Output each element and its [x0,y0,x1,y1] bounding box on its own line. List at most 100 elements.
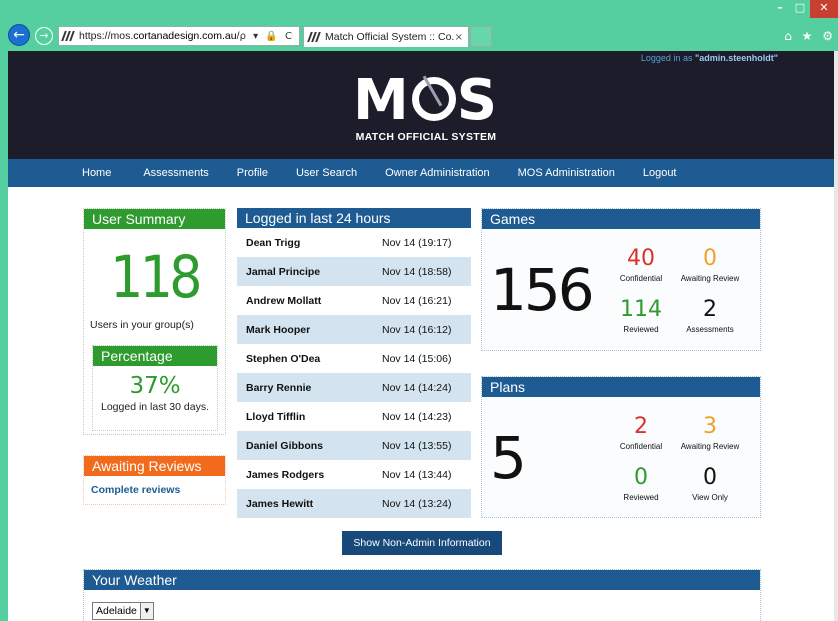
user-summary-title: User Summary [84,209,225,229]
user-count-caption: Users in your group(s) [90,319,194,331]
plans-confidential-stat[interactable]: 2 Confidential [605,414,677,452]
nav-assessments[interactable]: Assessments [143,167,208,179]
address-bar-icons[interactable]: ρ ▾ 🔒 C [240,31,299,42]
logo-letter-s: S [456,68,500,133]
user-name: Dean Trigg [246,236,301,249]
nav-logout[interactable]: Logout [643,167,677,179]
plans-panel: Plans 5 2 Confidential 3 Awaiting Review… [481,376,761,518]
weather-city-select[interactable]: Adelaide ▼ [92,602,154,620]
cricket-ball-icon [411,75,456,121]
plans-confidential-value: 2 [634,414,648,439]
tab-favicon-icon [307,32,321,42]
tab-close-icon[interactable]: × [455,32,468,43]
page-scrollbar[interactable] [834,51,838,621]
arrow-right-icon: → [39,29,49,42]
percentage-value: 37% [129,373,181,399]
plans-confidential-label: Confidential [619,442,663,451]
table-row[interactable]: Lloyd Tifflin Nov 14 (14:23) [237,402,471,431]
user-name: Mark Hooper [246,323,311,336]
weather-title: Your Weather [84,570,760,590]
plans-awaiting-label: Awaiting Review [680,442,740,451]
site-favicon-icon [61,31,75,41]
games-awaiting-value: 0 [703,246,717,271]
awaiting-reviews-title: Awaiting Reviews [84,456,225,476]
plans-view-only-label: View Only [692,493,728,502]
logo-letter-m: M [352,68,411,133]
user-name: Daniel Gibbons [246,439,324,452]
nav-profile[interactable]: Profile [237,167,268,179]
minimize-button[interactable]: – [770,0,790,18]
url-prefix: https://mos. [79,30,134,42]
new-tab-button[interactable] [470,26,492,47]
table-row[interactable]: Barry Rennie Nov 14 (14:24) [237,373,471,402]
table-row[interactable]: Jamal Principe Nov 14 (18:58) [237,257,471,286]
logged-in-prefix: Logged in as [640,53,695,63]
nav-user-search[interactable]: User Search [296,167,357,179]
user-name: Andrew Mollatt [246,294,322,307]
plans-awaiting-stat[interactable]: 3 Awaiting Review [674,415,746,452]
chevron-down-icon: ▼ [139,603,153,619]
nav-owner-administration[interactable]: Owner Administration [385,167,490,179]
login-time: Nov 14 (15:06) [382,352,452,365]
nav-home[interactable]: Home [82,167,111,179]
table-row[interactable]: James Hewitt Nov 14 (13:24) [237,489,471,518]
address-bar[interactable]: https://mos.cortanadesign.com.au/ ρ ▾ 🔒 … [58,26,300,46]
page-viewport: Logged in as "admin.steenholdt" MS MATCH… [0,51,834,621]
percentage-title: Percentage [93,346,217,366]
forward-button[interactable]: → [35,27,53,45]
login-time: Nov 14 (19:17) [382,236,452,249]
plans-reviewed-label: Reviewed [623,493,659,502]
games-total: 156 [490,256,595,324]
games-title: Games [482,209,760,229]
table-row[interactable]: Mark Hooper Nov 14 (16:12) [237,315,471,344]
login-time: Nov 14 (14:23) [382,410,452,423]
user-summary-panel: User Summary 118 Users in your group(s) … [83,208,226,435]
user-name: Barry Rennie [246,381,312,394]
games-confidential-stat[interactable]: 40 Confidential [605,246,677,284]
browser-tab[interactable]: Match Official System :: Co... × [303,26,469,47]
arrow-left-icon: ← [13,27,25,43]
games-panel: Games 156 40 Confidential 0 Awaiting Rev… [481,208,761,351]
games-assessments-value: 2 [703,297,717,322]
maximize-button[interactable]: □ [790,0,810,18]
login-time: Nov 14 (16:12) [382,323,452,336]
plans-reviewed-stat[interactable]: 0 Reviewed [605,466,677,503]
table-row[interactable]: James Rodgers Nov 14 (13:44) [237,460,471,489]
logged-in-24h-title: Logged in last 24 hours [237,208,471,228]
games-assessments-label: Assessments [686,325,734,334]
games-reviewed-value: 114 [620,297,662,322]
user-name: Lloyd Tifflin [246,410,306,423]
main-nav: Home Assessments Profile User Search Own… [8,159,834,187]
games-reviewed-stat[interactable]: 114 Reviewed [605,297,677,335]
window-controls: – □ ✕ [770,0,838,18]
nav-mos-administration[interactable]: MOS Administration [518,167,615,179]
weather-city-value: Adelaide [96,605,137,617]
table-row[interactable]: Dean Trigg Nov 14 (19:17) [237,228,471,257]
table-row[interactable]: Stephen O'Dea Nov 14 (15:06) [237,344,471,373]
games-awaiting-stat[interactable]: 0 Awaiting Review [674,246,746,284]
games-assessments-stat[interactable]: 2 Assessments [674,297,746,335]
back-button[interactable]: ← [8,24,30,46]
percentage-panel: Percentage 37% Logged in last 30 days. [92,345,218,431]
table-row[interactable]: Andrew Mollatt Nov 14 (16:21) [237,286,471,315]
show-non-admin-button[interactable]: Show Non-Admin Information [342,531,502,555]
url-domain: cortanadesign.com.au [133,30,237,42]
user-name: Jamal Principe [246,265,321,278]
login-time: Nov 14 (13:44) [382,468,452,481]
browser-chrome: ← → https://mos.cortanadesign.com.au/ ρ … [0,0,838,51]
login-time: Nov 14 (16:21) [382,294,452,307]
user-name: James Hewitt [246,497,314,510]
window-close-button[interactable]: ✕ [810,0,838,18]
url-text[interactable]: https://mos.cortanadesign.com.au/ [79,30,240,42]
table-row[interactable]: Daniel Gibbons Nov 14 (13:55) [237,431,471,460]
user-count: 118 [110,243,202,311]
mos-logo[interactable]: MS MATCH OFFICIAL SYSTEM [341,73,511,144]
toolbar-icons[interactable]: ⌂ ★ ⚙ [784,29,836,43]
games-awaiting-label: Awaiting Review [680,274,740,283]
games-confidential-label: Confidential [619,274,663,283]
plans-view-only-stat[interactable]: 0 View Only [674,466,746,503]
games-confidential-value: 40 [627,246,655,271]
site-header: Logged in as "admin.steenholdt" MS MATCH… [8,51,834,159]
awaiting-reviews-panel: Awaiting Reviews Complete reviews [83,455,226,505]
complete-reviews-link[interactable]: Complete reviews [84,476,225,504]
